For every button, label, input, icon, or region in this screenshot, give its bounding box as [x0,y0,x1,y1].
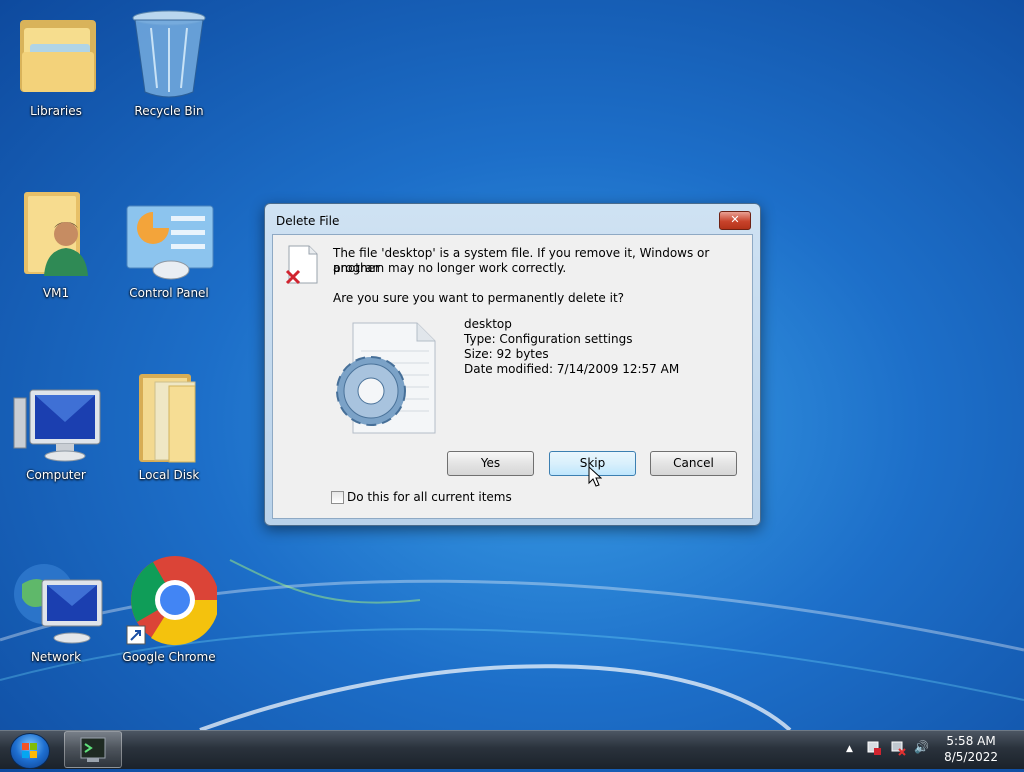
desktop-icon-label: VM1 [42,286,70,300]
windows-logo-icon [22,743,37,758]
close-button[interactable]: ✕ [719,211,751,230]
desktop-icon-libraries[interactable]: Libraries [1,8,111,118]
system-clock[interactable]: 5:58 AM 8/5/2022 [944,733,998,765]
terminal-app-icon [80,737,106,762]
desktop-icon-local-disk[interactable]: Local Disk [114,372,224,482]
dialog-body: The file 'desktop' is a system file. If … [272,234,753,519]
libraries-icon [8,8,104,100]
desktop-icon-vm1[interactable]: VM1 [1,190,111,300]
start-button[interactable] [10,733,50,769]
desktop-icon-label: Recycle Bin [134,104,204,118]
desktop-icon-label: Network [30,650,82,664]
dialog-title: Delete File [276,214,340,228]
clock-time: 5:58 AM [946,734,996,748]
taskbar-item-terminal[interactable] [64,731,122,768]
desktop-icon-network[interactable]: Network [1,554,111,664]
user-folder-icon [8,190,104,282]
clock-date: 8/5/2022 [944,750,998,764]
file-type: Type: Configuration settings [464,332,633,346]
chrome-icon [121,554,220,646]
network-icon [8,554,104,646]
desktop-icon-label: Computer [26,468,86,482]
file-size: Size: 92 bytes [464,347,549,361]
mouse-cursor-icon [588,466,602,487]
desktop-icon-label: Google Chrome [122,650,216,664]
volume-icon[interactable]: 🔊 [914,740,929,754]
desktop-icon-label: Libraries [30,104,82,118]
cancel-button[interactable]: Cancel [650,451,737,476]
apply-to-all-label[interactable]: Do this for all current items [347,490,512,505]
confirm-question: Are you sure you want to permanently del… [333,291,625,305]
file-date-modified: Date modified: 7/14/2009 12:57 AM [464,362,680,376]
warning-file-icon [285,245,319,289]
action-center-icon[interactable] [866,740,882,759]
folder-icon [121,372,217,464]
show-hidden-icons-button[interactable]: ▲ [846,744,853,754]
desktop-icon-label: Control Panel [129,286,209,300]
desktop-icon-label: Local Disk [138,468,200,482]
delete-file-dialog: Delete File ✕ The file 'desktop' is a sy… [264,203,761,526]
network-status-icon[interactable] [890,740,906,759]
desktop-icon-recycle-bin[interactable]: Recycle Bin [114,8,224,118]
desktop-icon-google-chrome[interactable]: Google Chrome [114,554,224,664]
yes-button[interactable]: Yes [447,451,534,476]
file-name: desktop [464,317,512,331]
control-panel-icon [121,190,217,282]
system-file-gear-icon [331,321,437,441]
desktop-icon-computer[interactable]: Computer [1,372,111,482]
computer-icon [8,372,104,464]
recycle-bin-icon [121,8,217,100]
warning-message-line2: program may no longer work correctly. [333,261,567,275]
desktop-icon-control-panel[interactable]: Control Panel [114,190,224,300]
apply-to-all-checkbox[interactable] [331,491,344,504]
